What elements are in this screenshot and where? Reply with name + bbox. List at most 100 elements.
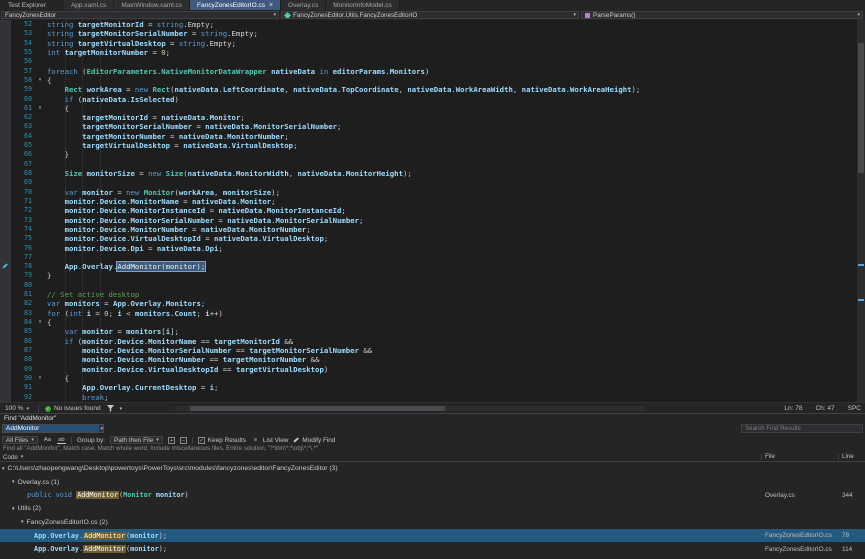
line-column-header[interactable]: Line [842, 453, 854, 461]
whole-word-icon[interactable]: ab [57, 437, 66, 444]
search-find-results-input[interactable]: Search Find Results [741, 424, 863, 433]
modify-find-button[interactable]: Modify Find [293, 437, 335, 444]
document-health-indicator[interactable]: ✓ No issues found [45, 405, 101, 412]
breakpoint-margin[interactable] [0, 393, 11, 402]
breakpoint-margin[interactable] [0, 85, 11, 94]
code-line[interactable]: 78 App.Overlay.AddMonitor(monitor); [0, 262, 865, 271]
code-line[interactable]: 72 monitor.Device.MonitorInstanceId = na… [0, 206, 865, 215]
code-line[interactable]: 61▾ { [0, 104, 865, 113]
breakpoint-margin[interactable] [0, 76, 11, 85]
code-line[interactable]: 71 monitor.Device.MonitorName = nativeDa… [0, 197, 865, 206]
code-line[interactable]: 62 targetMonitorId = nativeData.Monitor; [0, 113, 865, 122]
code-line[interactable]: 53string targetMonitorSerialNumber = str… [0, 29, 865, 38]
breakpoint-margin[interactable] [0, 141, 11, 150]
breakpoint-margin[interactable] [0, 346, 11, 355]
breakpoint-margin[interactable] [0, 253, 11, 262]
scope-dropdown[interactable]: All Files ▾ [2, 436, 38, 444]
close-icon[interactable]: × [269, 2, 273, 9]
code-line[interactable]: 77 [0, 253, 865, 262]
breakpoint-margin[interactable] [0, 160, 11, 169]
code-line[interactable]: 58▾{ [0, 76, 865, 85]
breakpoint-margin[interactable] [0, 234, 11, 243]
code-line[interactable]: 59 Rect workArea = new Rect(nativeData.L… [0, 85, 865, 94]
breakpoint-margin[interactable] [0, 216, 11, 225]
code-line[interactable]: 56 [0, 57, 865, 66]
type-dropdown[interactable]: FancyZonesEditor.Utils.FancyZonesEditorI… [281, 11, 579, 19]
member-dropdown[interactable]: ParseParams() ▾ [581, 11, 863, 19]
code-line[interactable]: 57foreach (EditorParameters.NativeMonito… [0, 67, 865, 76]
find-group-row[interactable]: ▾Overlay.cs (1) [0, 475, 865, 488]
code-line[interactable]: 64 targetMonitorNumber = nativeData.Moni… [0, 132, 865, 141]
code-line[interactable]: 80 [0, 281, 865, 290]
find-query-combobox[interactable]: AddMonitor ▾ [2, 424, 104, 433]
breakpoint-margin[interactable] [0, 318, 11, 327]
editor-vertical-scrollbar[interactable] [857, 20, 865, 402]
code-line[interactable]: 67 [0, 160, 865, 169]
code-line[interactable]: 63 targetMonitorSerialNumber = nativeDat… [0, 122, 865, 131]
breakpoint-margin[interactable] [0, 57, 11, 66]
breakpoint-margin[interactable] [0, 365, 11, 374]
code-line[interactable]: 92 break; [0, 393, 865, 402]
code-filter-dropdown[interactable]: Code ▾ [3, 453, 23, 461]
code-line[interactable]: 54string targetVirtualDesktop = string.E… [0, 39, 865, 48]
spaces-indicator[interactable]: SPC [848, 405, 861, 412]
code-line[interactable]: 55int targetMonitorNumber = 0; [0, 48, 865, 57]
breakpoint-margin[interactable] [0, 48, 11, 57]
code-line[interactable]: 73 monitor.Device.MonitorSerialNumber = … [0, 216, 865, 225]
code-line[interactable]: 70 var monitor = new Monitor(workArea, m… [0, 188, 865, 197]
breakpoint-margin[interactable] [0, 355, 11, 364]
breakpoint-margin[interactable] [0, 122, 11, 131]
code-line[interactable]: 86 if (monitor.Device.MonitorName == tar… [0, 337, 865, 346]
chevron-down-icon[interactable]: ▾ [120, 406, 123, 412]
find-group-row[interactable]: ▾Utils (2) [0, 502, 865, 515]
list-view-toggle[interactable]: ≡ List View [251, 437, 288, 444]
breakpoint-margin[interactable] [0, 169, 11, 178]
scrollbar-thumb[interactable] [190, 406, 445, 411]
chevron-down-icon[interactable]: ▾ [100, 426, 103, 432]
code-line[interactable]: 81// Set active desktop [0, 290, 865, 299]
code-line[interactable]: 60 if (nativeData.IsSelected) [0, 95, 865, 104]
code-line[interactable]: 84▾{ [0, 318, 865, 327]
breakpoint-margin[interactable] [0, 197, 11, 206]
tab-monitorinfomodel-cs[interactable]: MonitorInfoModel.cs [326, 0, 400, 10]
keep-results-toggle[interactable]: ✓ Keep Results [198, 437, 246, 444]
line-indicator[interactable]: Ln: 78 [784, 405, 802, 412]
breakpoint-margin[interactable] [0, 309, 11, 318]
group-by-dropdown[interactable]: Path then File ▾ [110, 436, 163, 444]
zoom-control[interactable]: 100 % ▾ [2, 404, 32, 413]
tab-mainwindow-xaml-cs[interactable]: MainWindow.xaml.cs [114, 0, 190, 10]
code-editor[interactable]: 52string targetMonitorId = string.Empty;… [0, 20, 865, 402]
project-dropdown[interactable]: FancyZonesEditor ▾ [1, 11, 279, 19]
tab-overlay-cs[interactable]: Overlay.cs [281, 0, 326, 10]
find-group-row[interactable]: ▾FancyZonesEditorIO.cs (2) [0, 516, 865, 529]
breakpoint-margin[interactable] [0, 383, 11, 392]
expand-collapse-icon[interactable]: ▾ [21, 519, 24, 525]
code-line[interactable]: 82var monitors = App.Overlay.Monitors; [0, 299, 865, 308]
breakpoint-margin[interactable] [0, 113, 11, 122]
breakpoint-margin[interactable] [0, 150, 11, 159]
breakpoint-margin[interactable] [0, 262, 11, 271]
find-group-row[interactable]: ▾C:\Users\zhaopengwang\Desktop\powertoys… [0, 462, 865, 475]
tab-fancyzoneseditorio-cs[interactable]: FancyZonesEditorIO.cs× [190, 0, 281, 10]
code-line[interactable]: 76 monitor.Device.Dpi = nativeData.Dpi; [0, 244, 865, 253]
breakpoint-margin[interactable] [0, 29, 11, 38]
column-indicator[interactable]: Ch: 47 [815, 405, 834, 412]
code-line[interactable]: 79} [0, 271, 865, 280]
breakpoint-margin[interactable] [0, 178, 11, 187]
breakpoint-margin[interactable] [0, 67, 11, 76]
code-line[interactable]: 90▾ { [0, 374, 865, 383]
find-result-row[interactable]: public void AddMonitor(Monitor monitor)O… [0, 489, 865, 502]
scrollbar-thumb[interactable] [858, 43, 864, 173]
code-line[interactable]: 75 monitor.Device.VirtualDesktopId = nat… [0, 234, 865, 243]
fold-chevron-icon[interactable]: ▾ [35, 76, 45, 85]
breakpoint-margin[interactable] [0, 206, 11, 215]
find-result-row[interactable]: App.Overlay.AddMonitor(monitor);FancyZon… [0, 529, 865, 542]
editor-horizontal-scrollbar[interactable] [175, 406, 645, 411]
expand-collapse-icon[interactable]: ▾ [12, 479, 15, 485]
expand-collapse-icon[interactable]: ▾ [12, 506, 15, 512]
breakpoint-margin[interactable] [0, 327, 11, 336]
breakpoint-margin[interactable] [0, 132, 11, 141]
find-result-row[interactable]: App.Overlay.AddMonitor(monitor);FancyZon… [0, 542, 865, 555]
code-line[interactable]: 88 monitor.Device.MonitorNumber == targe… [0, 355, 865, 364]
breakpoint-margin[interactable] [0, 20, 11, 29]
